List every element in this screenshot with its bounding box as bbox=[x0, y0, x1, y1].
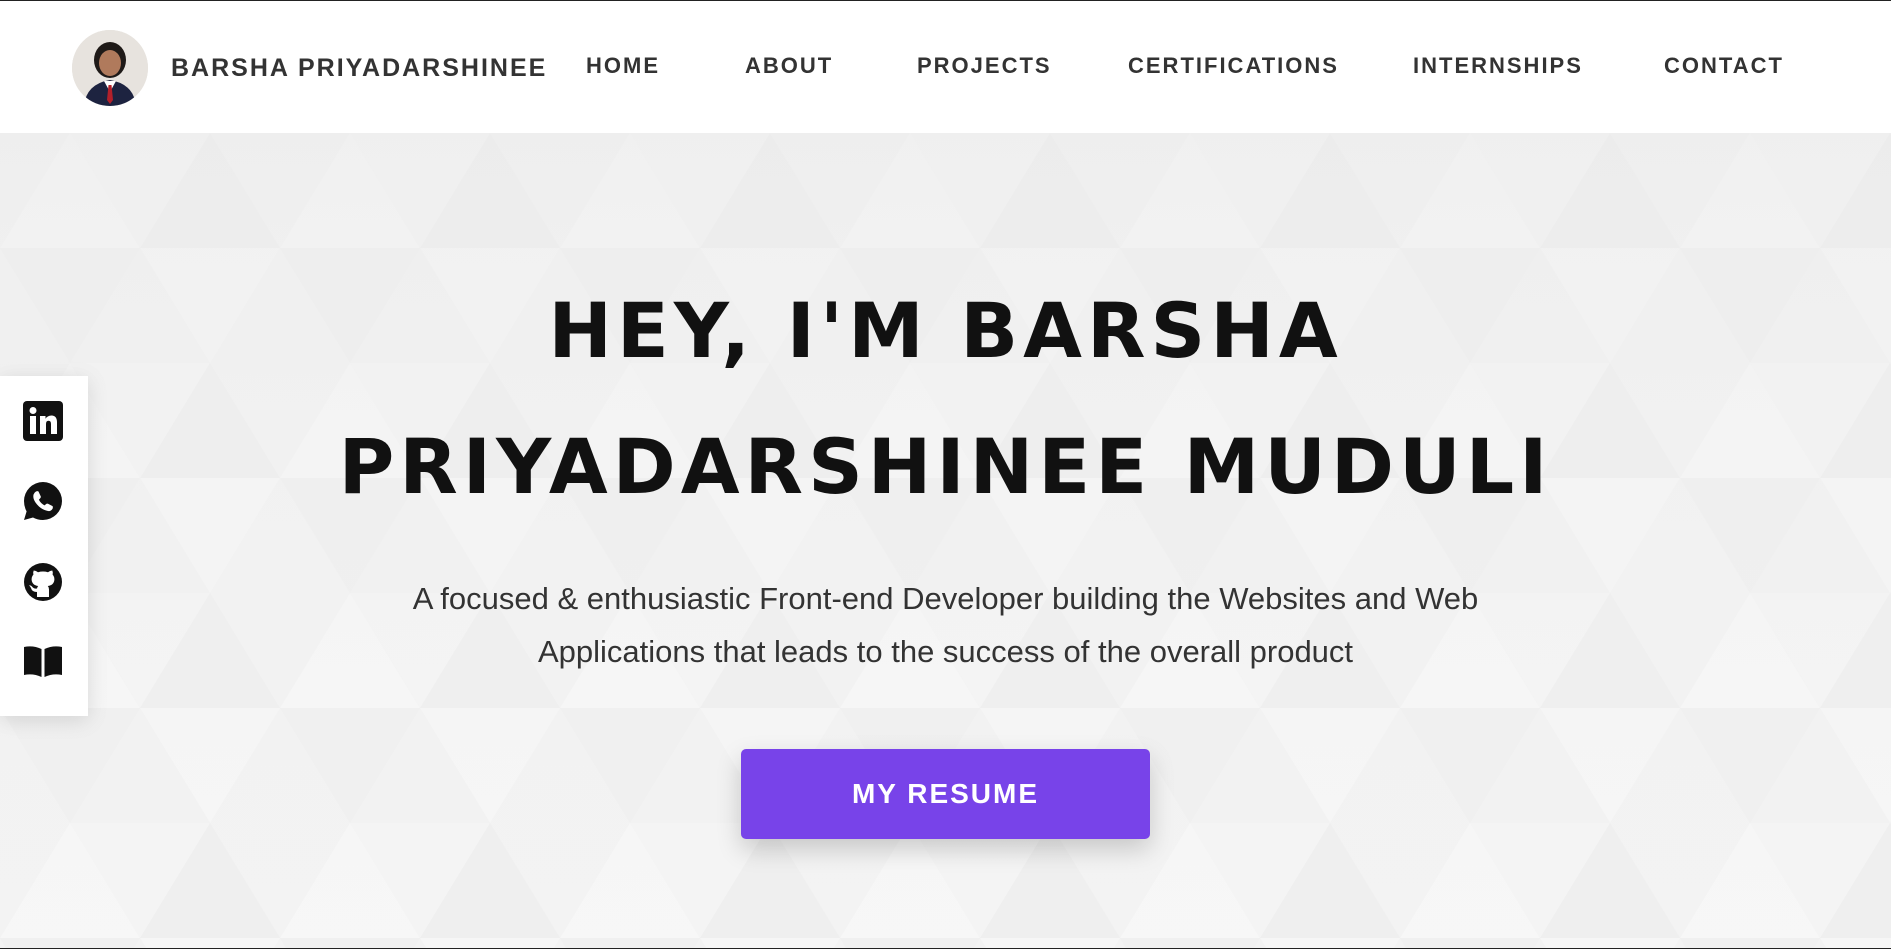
nav-projects[interactable]: PROJECTS bbox=[917, 53, 1052, 79]
hero-title: HEY, I'M BARSHA PRIYADARSHINEE MUDULI bbox=[0, 263, 1891, 535]
linkedin-icon bbox=[23, 401, 63, 441]
social-sidebar bbox=[0, 376, 88, 716]
hero-subtitle: A focused & enthusiastic Front-end Devel… bbox=[0, 572, 1891, 678]
page: BARSHA PRIYADARSHINEE HOME ABOUT PROJECT… bbox=[0, 0, 1891, 949]
whatsapp-icon bbox=[24, 482, 62, 520]
github-icon bbox=[24, 563, 62, 601]
hero-title-line-1: HEY, I'M BARSHA bbox=[548, 286, 1343, 375]
book-link[interactable] bbox=[22, 639, 64, 681]
hero-subtitle-line-1: A focused & enthusiastic Front-end Devel… bbox=[412, 581, 1479, 616]
nav-certifications[interactable]: CERTIFICATIONS bbox=[1128, 53, 1339, 79]
github-link[interactable] bbox=[22, 561, 64, 603]
hero-subtitle-line-2: Applications that leads to the success o… bbox=[537, 634, 1354, 669]
whatsapp-link[interactable] bbox=[22, 480, 64, 522]
nav-home[interactable]: HOME bbox=[586, 53, 660, 79]
hero-title-line-2: PRIYADARSHINEE MUDULI bbox=[338, 422, 1553, 511]
nav-about[interactable]: ABOUT bbox=[745, 53, 833, 79]
nav-internships[interactable]: INTERNSHIPS bbox=[1413, 53, 1583, 79]
main-nav: HOME ABOUT PROJECTS CERTIFICATIONS INTER… bbox=[0, 1, 1891, 133]
linkedin-link[interactable] bbox=[22, 400, 64, 442]
hero-section: HEY, I'M BARSHA PRIYADARSHINEE MUDULI A … bbox=[0, 133, 1891, 948]
book-icon bbox=[24, 646, 62, 677]
my-resume-button[interactable]: MY RESUME bbox=[741, 749, 1150, 839]
site-header: BARSHA PRIYADARSHINEE HOME ABOUT PROJECT… bbox=[0, 1, 1891, 133]
nav-contact[interactable]: CONTACT bbox=[1664, 53, 1784, 79]
